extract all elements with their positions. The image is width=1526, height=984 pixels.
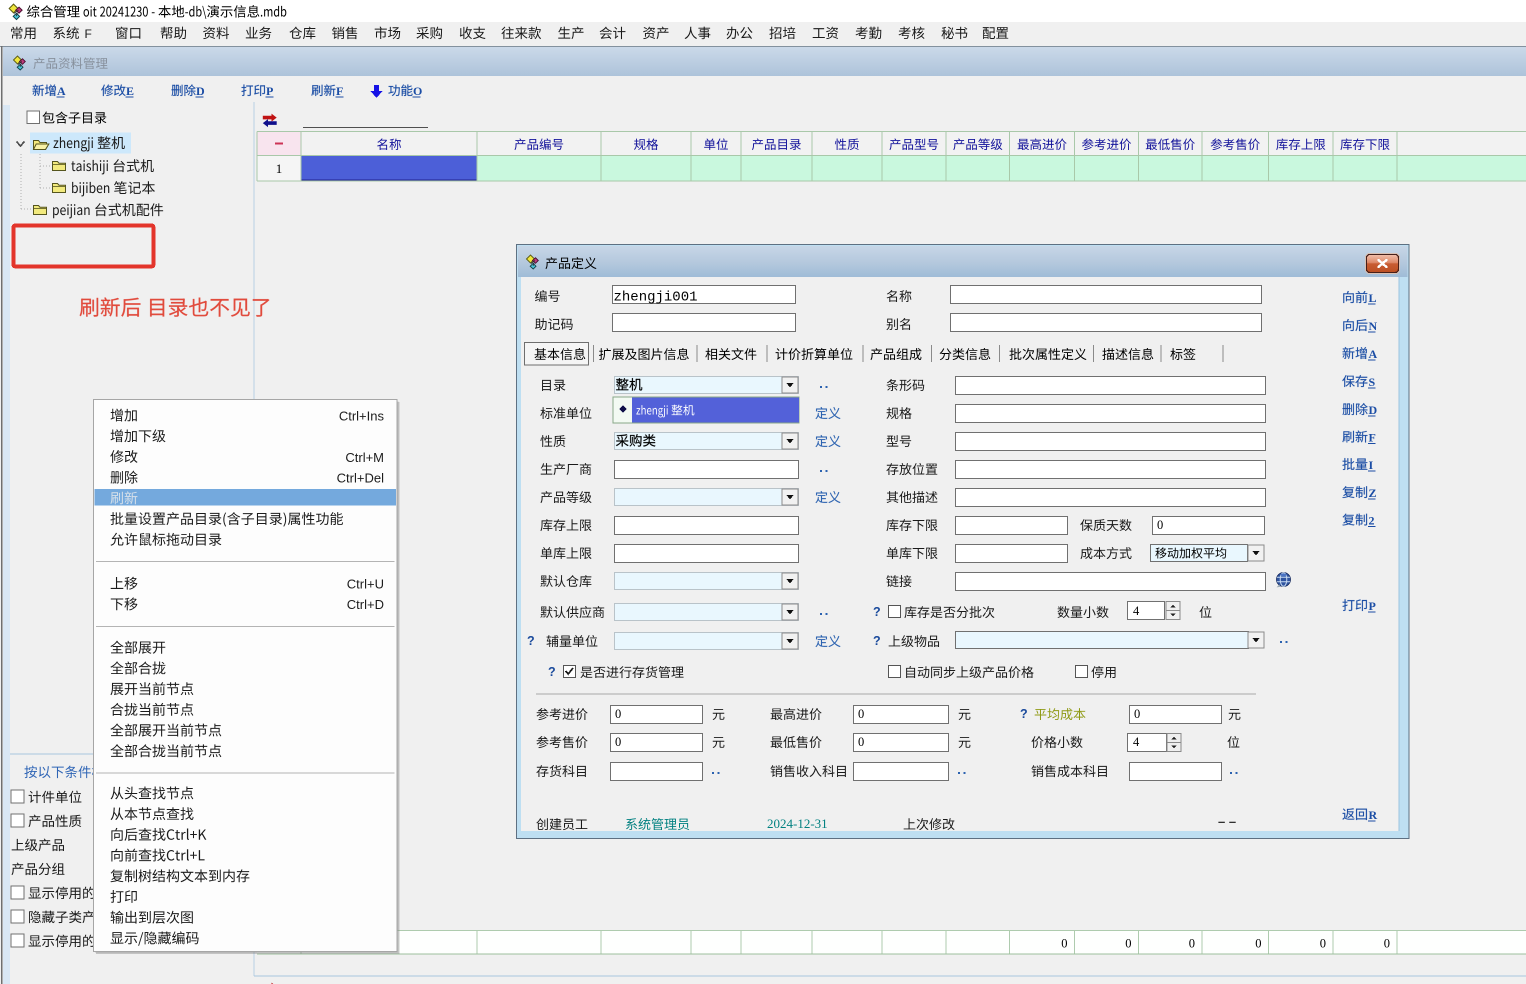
svg-text:Ctrl+U: Ctrl+U: [347, 577, 384, 592]
svg-text:0: 0: [1061, 937, 1067, 951]
svg-text:0: 0: [858, 735, 864, 749]
svg-text:F: F: [85, 27, 92, 41]
svg-text:L: L: [1369, 291, 1377, 305]
svg-text:A: A: [1369, 347, 1378, 361]
svg-text:O: O: [413, 84, 422, 98]
svg-text:?: ?: [1020, 707, 1028, 721]
svg-text:Ctrl+Del: Ctrl+Del: [337, 471, 384, 486]
svg-text:?: ?: [548, 665, 556, 679]
svg-text:E: E: [126, 84, 134, 98]
svg-text:4: 4: [1133, 735, 1140, 749]
svg-text:Ctrl+D: Ctrl+D: [347, 597, 384, 612]
svg-text:Ctrl+Ins: Ctrl+Ins: [339, 408, 385, 423]
svg-text:2024-12-31: 2024-12-31: [767, 816, 828, 831]
svg-text:zhengji001: zhengji001: [614, 290, 698, 306]
svg-text:P: P: [1369, 599, 1376, 613]
svg-text:N: N: [1369, 319, 1378, 333]
svg-text:1: 1: [276, 161, 283, 176]
svg-text:– –: – –: [1218, 814, 1236, 829]
svg-text:0: 0: [615, 707, 621, 721]
svg-text:0: 0: [1134, 707, 1140, 721]
svg-text:0: 0: [1157, 518, 1163, 532]
svg-text:A: A: [57, 84, 66, 98]
svg-text:?: ?: [527, 634, 535, 648]
svg-text:2: 2: [1369, 514, 1375, 528]
svg-text:?: ?: [873, 605, 881, 619]
svg-text:D: D: [1369, 403, 1378, 417]
svg-text:Ctrl+M: Ctrl+M: [345, 450, 384, 465]
svg-text:0: 0: [858, 707, 864, 721]
svg-text:0: 0: [1125, 937, 1131, 951]
svg-text:0: 0: [1384, 937, 1390, 951]
svg-text:D: D: [196, 84, 205, 98]
svg-text:Z: Z: [1369, 486, 1377, 500]
svg-text:4: 4: [1133, 604, 1140, 618]
svg-text:F: F: [336, 84, 343, 98]
svg-text:S: S: [1369, 375, 1376, 389]
svg-text:P: P: [266, 84, 273, 98]
svg-text:I: I: [1369, 458, 1374, 472]
svg-text:0: 0: [1189, 937, 1195, 951]
svg-text:0: 0: [615, 735, 621, 749]
svg-text:0: 0: [1255, 937, 1261, 951]
svg-text:R: R: [1369, 808, 1378, 822]
svg-text:?: ?: [873, 634, 881, 648]
svg-text:0: 0: [1320, 937, 1326, 951]
svg-text:F: F: [1369, 431, 1376, 445]
